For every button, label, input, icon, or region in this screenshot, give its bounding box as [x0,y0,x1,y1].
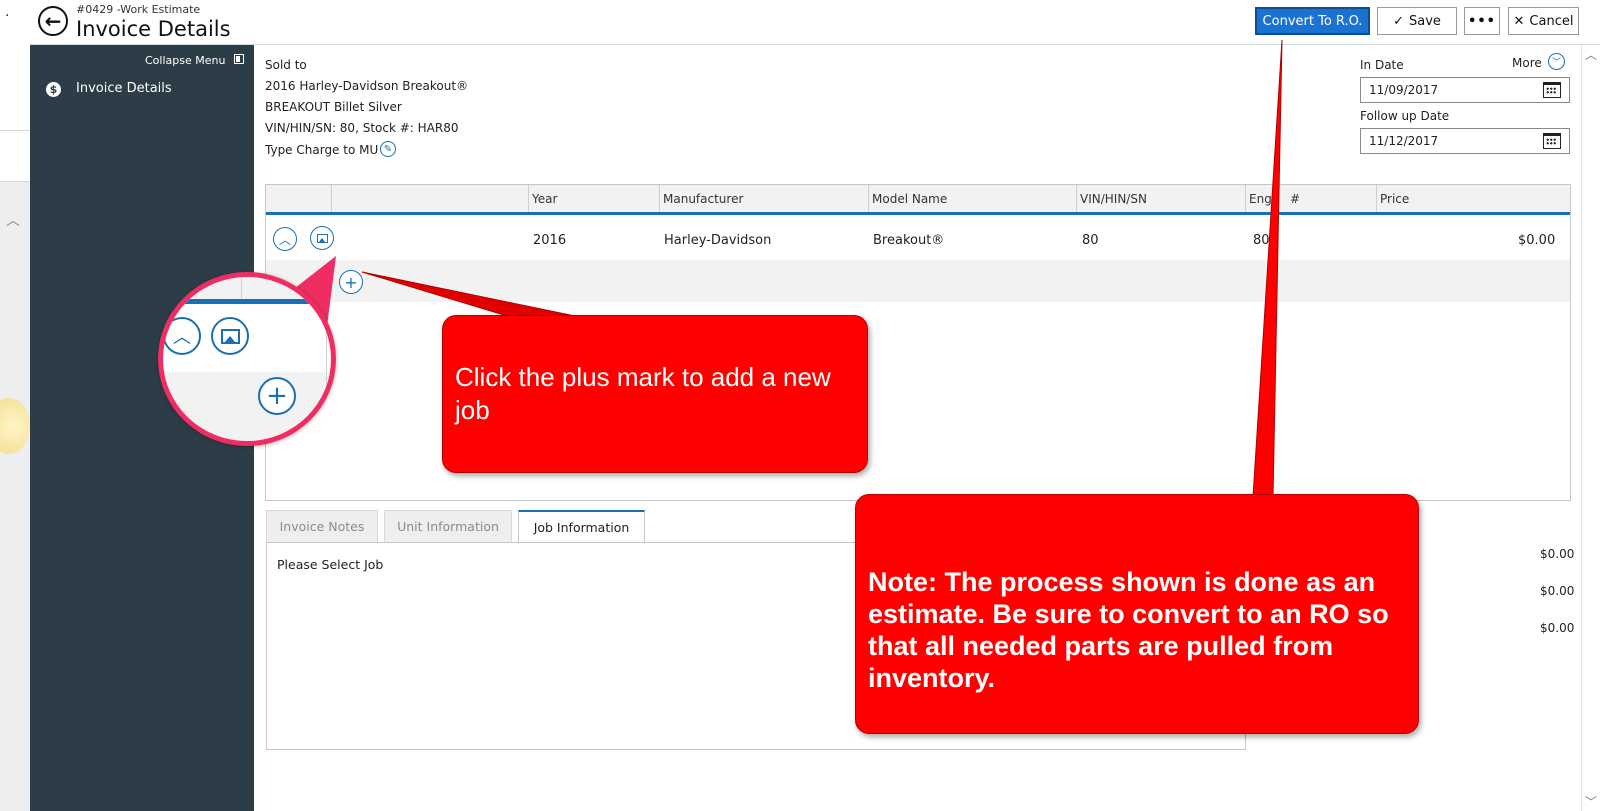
column-divider [1245,185,1246,212]
column-header-price[interactable]: Price [1380,192,1409,206]
in-date-field[interactable]: 11/09/2017 [1360,77,1570,103]
zoom-chevron-up-icon: ︿ [163,317,201,355]
image-icon [220,328,240,344]
cell-vin: 80 [1082,233,1099,248]
background-shape [0,398,30,454]
plus-icon: + [344,272,358,292]
zoom-column-divider [241,277,242,299]
column-divider [331,185,332,212]
chevron-down-icon[interactable]: ﹀ [1548,53,1565,70]
tab-unit-information[interactable]: Unit Information [384,510,512,543]
cell-engine: 80 [1253,233,1270,248]
convert-to-ro-button[interactable]: Convert To R.O. [1255,7,1370,35]
column-header-vin[interactable]: VIN/HIN/SN [1080,192,1147,206]
cancel-button[interactable]: ✕ Cancel [1508,7,1579,35]
ellipsis-icon: ••• [1468,13,1496,29]
zoom-magnifier: ︿ + [158,272,336,446]
column-divider [528,185,529,212]
vertical-scrollbar[interactable] [1581,45,1600,811]
follow-up-date-value: 11/12/2017 [1369,134,1439,148]
chevron-up-icon[interactable]: ︿ [6,210,20,230]
calendar-icon[interactable] [1543,82,1561,98]
column-header-manufacturer[interactable]: Manufacturer [663,192,743,206]
total-value: $0.00 [1540,547,1575,561]
tab-content-text: Please Select Job [277,557,384,572]
background-panel [0,131,30,182]
total-value: $0.00 [1540,584,1575,598]
pencil-icon[interactable]: ✎ [380,141,396,157]
column-header-model-name[interactable]: Model Name [872,192,947,206]
cell-price: $0.00 [1518,233,1556,248]
calendar-icon[interactable] [1543,133,1561,149]
convert-button-label: Convert To R.O. [1262,13,1363,29]
more-label[interactable]: More [1512,56,1542,70]
collapse-panel-icon[interactable] [234,54,244,64]
charge-type: Type Charge to MU [265,143,379,157]
zoom-plus-icon: + [258,377,296,415]
column-header-engine-number[interactable]: # [1290,192,1300,206]
cancel-button-label: Cancel [1529,13,1574,29]
tab-job-information[interactable]: Job Information [518,510,645,543]
follow-up-date-field[interactable]: 11/12/2017 [1360,128,1570,154]
chevron-up-icon: ︿ [278,232,291,247]
column-header-year[interactable]: Year [532,192,557,206]
estimate-number: #0429 -Work Estimate [76,3,201,16]
convert-note-callout: Note: The process shown is done as an es… [855,494,1419,734]
dollar-circle-icon: $ [46,82,61,97]
cell-model: Breakout® [873,233,945,248]
image-button[interactable] [310,226,334,250]
total-value: $0.00 [1540,621,1575,635]
check-icon: ✓ [1393,13,1404,29]
save-button[interactable]: ✓ Save [1377,7,1457,35]
cell-manufacturer: Harley-Davidson [664,233,772,248]
scroll-down-icon[interactable]: ﹀ [1585,793,1597,810]
tab-invoice-notes[interactable]: Invoice Notes [266,510,378,543]
in-date-label: In Date [1360,58,1404,72]
zoom-job-row [163,372,331,441]
column-header-engine[interactable]: Engi [1249,192,1275,206]
collapse-row-button[interactable]: ︿ [273,227,297,251]
page-title: Invoice Details [76,17,231,41]
scroll-up-icon[interactable]: ︿ [1585,46,1597,63]
zoom-image-icon [211,317,249,355]
zoom-border-line [326,277,327,441]
unit-name: 2016 Harley-Davidson Breakout® [265,79,469,93]
save-button-label: Save [1408,13,1441,29]
unit-description: BREAKOUT Billet Silver [265,100,402,114]
zoom-grid-header [163,277,331,304]
column-divider [1076,185,1077,212]
sold-to-label: Sold to [265,58,307,72]
background-window-strip: · ︿ [0,0,30,811]
add-job-button[interactable]: + [339,270,363,294]
sidebar-item-invoice-details[interactable]: Invoice Details [76,81,172,96]
more-options-button[interactable]: ••• [1464,7,1500,35]
collapse-menu-link[interactable]: Collapse Menu [145,54,225,67]
vin-stock: VIN/HIN/SN: 80, Stock #: HAR80 [265,121,459,135]
plus-mark-callout: Click the plus mark to add a new job [442,315,868,473]
column-divider [868,185,869,212]
cell-year: 2016 [533,233,567,248]
column-divider [1376,185,1377,212]
in-date-value: 11/09/2017 [1369,83,1439,97]
dot-mark: · [5,8,10,24]
job-row [266,260,1570,302]
back-arrow-icon[interactable]: ← [38,6,68,36]
close-icon: ✕ [1513,13,1525,29]
column-divider [659,185,660,212]
follow-up-date-label: Follow up Date [1360,109,1450,123]
image-icon [316,233,328,243]
